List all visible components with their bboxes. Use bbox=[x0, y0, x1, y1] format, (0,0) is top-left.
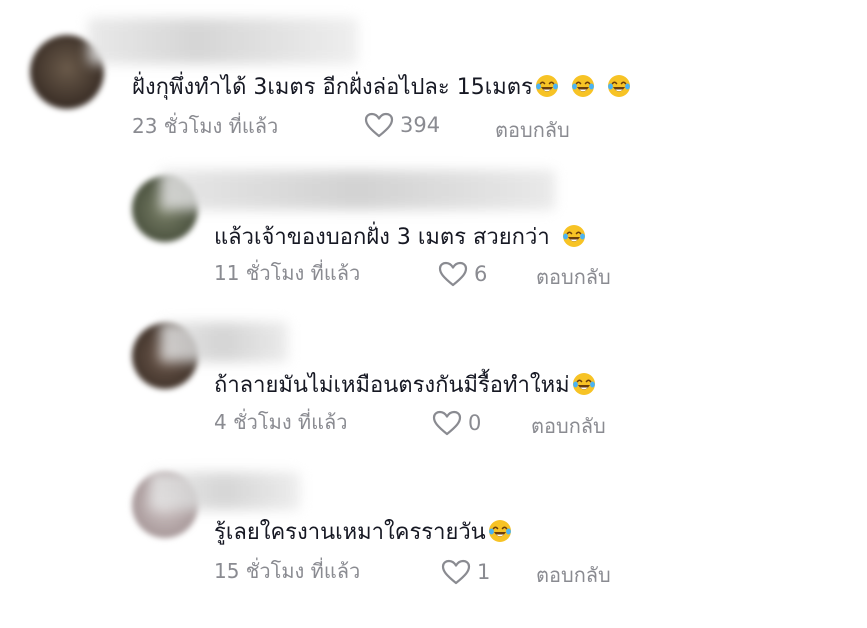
like-button[interactable]: 6 bbox=[438, 261, 487, 287]
like-count: 0 bbox=[468, 411, 482, 435]
heart-outline-icon bbox=[441, 559, 471, 585]
comment-text: ถ้าลายมันไม่เหมือนตรงกันมีรื้อทำใหม่ bbox=[214, 372, 596, 400]
comment-text: ฝั่งกุพึ่งทำได้ 3เมตร อีกฝั่งล่อไปละ 15เ… bbox=[132, 74, 631, 102]
commenter-name[interactable] bbox=[160, 322, 288, 362]
like-count: 1 bbox=[477, 560, 491, 584]
comment-timestamp: 4 ชั่วโมง ที่แล้ว bbox=[214, 410, 348, 434]
comment-timestamp: 11 ชั่วโมง ที่แล้ว bbox=[214, 261, 361, 285]
like-button[interactable]: 1 bbox=[441, 559, 490, 585]
reply-button[interactable]: ตอบกลับ bbox=[536, 559, 611, 591]
reply-button[interactable]: ตอบกลับ bbox=[495, 114, 570, 146]
comment-timestamp: 15 ชั่วโมง ที่แล้ว bbox=[214, 559, 361, 583]
face-with-tears-of-joy-icon bbox=[607, 74, 631, 98]
commenter-name[interactable] bbox=[160, 170, 555, 210]
heart-outline-icon bbox=[432, 410, 462, 436]
face-with-tears-of-joy-icon bbox=[571, 74, 595, 98]
heart-outline-icon bbox=[364, 112, 394, 138]
like-button[interactable]: 0 bbox=[432, 410, 481, 436]
like-button[interactable]: 394 bbox=[364, 112, 440, 138]
comment-text: รู้เลยใครงานเหมาใครรายวัน bbox=[214, 519, 512, 547]
comment-text: แล้วเจ้าของบอกฝั่ง 3 เมตร สวยกว่า bbox=[214, 224, 586, 252]
face-with-tears-of-joy-icon bbox=[562, 224, 586, 248]
reply-button[interactable]: ตอบกลับ bbox=[536, 261, 611, 293]
face-with-tears-of-joy-icon bbox=[488, 519, 512, 543]
heart-outline-icon bbox=[438, 261, 468, 287]
like-count: 394 bbox=[400, 113, 441, 137]
reply-button[interactable]: ตอบกลับ bbox=[531, 410, 606, 442]
like-count: 6 bbox=[474, 262, 488, 286]
comment-timestamp: 23 ชั่วโมง ที่แล้ว bbox=[132, 114, 279, 138]
commenter-name[interactable] bbox=[88, 18, 358, 64]
face-with-tears-of-joy-icon bbox=[535, 74, 559, 98]
face-with-tears-of-joy-icon bbox=[572, 372, 596, 396]
commenter-name[interactable] bbox=[150, 472, 300, 510]
